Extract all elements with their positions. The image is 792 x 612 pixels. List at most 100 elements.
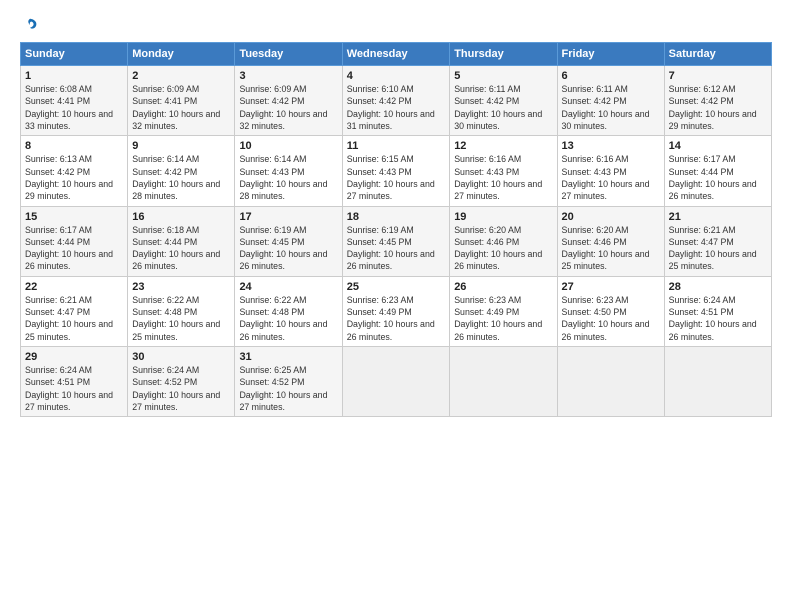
day-info: Sunrise: 6:15 AMSunset: 4:43 PMDaylight:… xyxy=(347,153,445,202)
day-info: Sunrise: 6:16 AMSunset: 4:43 PMDaylight:… xyxy=(454,153,552,202)
table-row: 8Sunrise: 6:13 AMSunset: 4:42 PMDaylight… xyxy=(21,136,128,206)
day-info: Sunrise: 6:23 AMSunset: 4:49 PMDaylight:… xyxy=(347,294,445,343)
day-number: 30 xyxy=(132,351,230,363)
day-number: 5 xyxy=(454,70,552,82)
col-saturday: Saturday xyxy=(664,43,771,66)
day-info: Sunrise: 6:21 AMSunset: 4:47 PMDaylight:… xyxy=(25,294,123,343)
day-number: 29 xyxy=(25,351,123,363)
day-info: Sunrise: 6:14 AMSunset: 4:43 PMDaylight:… xyxy=(239,153,337,202)
day-info: Sunrise: 6:25 AMSunset: 4:52 PMDaylight:… xyxy=(239,364,337,413)
calendar-week-row: 29Sunrise: 6:24 AMSunset: 4:51 PMDayligh… xyxy=(21,347,772,417)
day-number: 16 xyxy=(132,211,230,223)
table-row: 10Sunrise: 6:14 AMSunset: 4:43 PMDayligh… xyxy=(235,136,342,206)
table-row: 7Sunrise: 6:12 AMSunset: 4:42 PMDaylight… xyxy=(664,66,771,136)
table-row: 15Sunrise: 6:17 AMSunset: 4:44 PMDayligh… xyxy=(21,206,128,276)
day-info: Sunrise: 6:19 AMSunset: 4:45 PMDaylight:… xyxy=(347,224,445,273)
col-thursday: Thursday xyxy=(450,43,557,66)
table-row: 29Sunrise: 6:24 AMSunset: 4:51 PMDayligh… xyxy=(21,347,128,417)
day-number: 19 xyxy=(454,211,552,223)
day-info: Sunrise: 6:24 AMSunset: 4:51 PMDaylight:… xyxy=(25,364,123,413)
calendar-week-row: 8Sunrise: 6:13 AMSunset: 4:42 PMDaylight… xyxy=(21,136,772,206)
table-row: 1Sunrise: 6:08 AMSunset: 4:41 PMDaylight… xyxy=(21,66,128,136)
col-friday: Friday xyxy=(557,43,664,66)
table-row: 16Sunrise: 6:18 AMSunset: 4:44 PMDayligh… xyxy=(128,206,235,276)
day-info: Sunrise: 6:11 AMSunset: 4:42 PMDaylight:… xyxy=(454,83,552,132)
day-number: 18 xyxy=(347,211,445,223)
table-row: 18Sunrise: 6:19 AMSunset: 4:45 PMDayligh… xyxy=(342,206,449,276)
day-number: 23 xyxy=(132,281,230,293)
table-row: 13Sunrise: 6:16 AMSunset: 4:43 PMDayligh… xyxy=(557,136,664,206)
day-info: Sunrise: 6:13 AMSunset: 4:42 PMDaylight:… xyxy=(25,153,123,202)
table-row: 2Sunrise: 6:09 AMSunset: 4:41 PMDaylight… xyxy=(128,66,235,136)
table-row: 17Sunrise: 6:19 AMSunset: 4:45 PMDayligh… xyxy=(235,206,342,276)
col-sunday: Sunday xyxy=(21,43,128,66)
calendar-table: Sunday Monday Tuesday Wednesday Thursday… xyxy=(20,42,772,417)
day-info: Sunrise: 6:09 AMSunset: 4:42 PMDaylight:… xyxy=(239,83,337,132)
calendar-week-row: 15Sunrise: 6:17 AMSunset: 4:44 PMDayligh… xyxy=(21,206,772,276)
table-row: 30Sunrise: 6:24 AMSunset: 4:52 PMDayligh… xyxy=(128,347,235,417)
day-info: Sunrise: 6:11 AMSunset: 4:42 PMDaylight:… xyxy=(562,83,660,132)
table-row: 3Sunrise: 6:09 AMSunset: 4:42 PMDaylight… xyxy=(235,66,342,136)
day-info: Sunrise: 6:12 AMSunset: 4:42 PMDaylight:… xyxy=(669,83,767,132)
day-number: 9 xyxy=(132,140,230,152)
day-number: 15 xyxy=(25,211,123,223)
table-row: 24Sunrise: 6:22 AMSunset: 4:48 PMDayligh… xyxy=(235,276,342,346)
table-row: 23Sunrise: 6:22 AMSunset: 4:48 PMDayligh… xyxy=(128,276,235,346)
col-monday: Monday xyxy=(128,43,235,66)
day-number: 24 xyxy=(239,281,337,293)
day-info: Sunrise: 6:17 AMSunset: 4:44 PMDaylight:… xyxy=(25,224,123,273)
calendar-week-row: 1Sunrise: 6:08 AMSunset: 4:41 PMDaylight… xyxy=(21,66,772,136)
day-number: 6 xyxy=(562,70,660,82)
day-info: Sunrise: 6:09 AMSunset: 4:41 PMDaylight:… xyxy=(132,83,230,132)
day-number: 3 xyxy=(239,70,337,82)
table-row: 11Sunrise: 6:15 AMSunset: 4:43 PMDayligh… xyxy=(342,136,449,206)
day-number: 4 xyxy=(347,70,445,82)
table-row xyxy=(557,347,664,417)
day-number: 13 xyxy=(562,140,660,152)
col-wednesday: Wednesday xyxy=(342,43,449,66)
table-row: 27Sunrise: 6:23 AMSunset: 4:50 PMDayligh… xyxy=(557,276,664,346)
day-number: 7 xyxy=(669,70,767,82)
table-row: 21Sunrise: 6:21 AMSunset: 4:47 PMDayligh… xyxy=(664,206,771,276)
logo-bird-icon xyxy=(21,16,39,34)
table-row: 22Sunrise: 6:21 AMSunset: 4:47 PMDayligh… xyxy=(21,276,128,346)
day-info: Sunrise: 6:20 AMSunset: 4:46 PMDaylight:… xyxy=(454,224,552,273)
day-info: Sunrise: 6:22 AMSunset: 4:48 PMDaylight:… xyxy=(132,294,230,343)
table-row: 20Sunrise: 6:20 AMSunset: 4:46 PMDayligh… xyxy=(557,206,664,276)
table-row xyxy=(664,347,771,417)
day-number: 10 xyxy=(239,140,337,152)
day-number: 12 xyxy=(454,140,552,152)
day-info: Sunrise: 6:18 AMSunset: 4:44 PMDaylight:… xyxy=(132,224,230,273)
day-info: Sunrise: 6:24 AMSunset: 4:51 PMDaylight:… xyxy=(669,294,767,343)
day-number: 25 xyxy=(347,281,445,293)
day-number: 31 xyxy=(239,351,337,363)
calendar-week-row: 22Sunrise: 6:21 AMSunset: 4:47 PMDayligh… xyxy=(21,276,772,346)
day-number: 28 xyxy=(669,281,767,293)
day-info: Sunrise: 6:08 AMSunset: 4:41 PMDaylight:… xyxy=(25,83,123,132)
table-row: 9Sunrise: 6:14 AMSunset: 4:42 PMDaylight… xyxy=(128,136,235,206)
day-number: 26 xyxy=(454,281,552,293)
table-row: 25Sunrise: 6:23 AMSunset: 4:49 PMDayligh… xyxy=(342,276,449,346)
day-number: 8 xyxy=(25,140,123,152)
day-info: Sunrise: 6:17 AMSunset: 4:44 PMDaylight:… xyxy=(669,153,767,202)
table-row: 14Sunrise: 6:17 AMSunset: 4:44 PMDayligh… xyxy=(664,136,771,206)
table-row: 26Sunrise: 6:23 AMSunset: 4:49 PMDayligh… xyxy=(450,276,557,346)
day-number: 20 xyxy=(562,211,660,223)
table-row: 31Sunrise: 6:25 AMSunset: 4:52 PMDayligh… xyxy=(235,347,342,417)
day-info: Sunrise: 6:16 AMSunset: 4:43 PMDaylight:… xyxy=(562,153,660,202)
table-row: 6Sunrise: 6:11 AMSunset: 4:42 PMDaylight… xyxy=(557,66,664,136)
table-row: 19Sunrise: 6:20 AMSunset: 4:46 PMDayligh… xyxy=(450,206,557,276)
day-number: 27 xyxy=(562,281,660,293)
day-info: Sunrise: 6:24 AMSunset: 4:52 PMDaylight:… xyxy=(132,364,230,413)
logo xyxy=(20,16,40,34)
day-info: Sunrise: 6:19 AMSunset: 4:45 PMDaylight:… xyxy=(239,224,337,273)
day-info: Sunrise: 6:21 AMSunset: 4:47 PMDaylight:… xyxy=(669,224,767,273)
day-number: 21 xyxy=(669,211,767,223)
col-tuesday: Tuesday xyxy=(235,43,342,66)
page: Sunday Monday Tuesday Wednesday Thursday… xyxy=(0,0,792,612)
day-info: Sunrise: 6:20 AMSunset: 4:46 PMDaylight:… xyxy=(562,224,660,273)
day-info: Sunrise: 6:14 AMSunset: 4:42 PMDaylight:… xyxy=(132,153,230,202)
day-number: 22 xyxy=(25,281,123,293)
day-info: Sunrise: 6:23 AMSunset: 4:49 PMDaylight:… xyxy=(454,294,552,343)
day-number: 11 xyxy=(347,140,445,152)
